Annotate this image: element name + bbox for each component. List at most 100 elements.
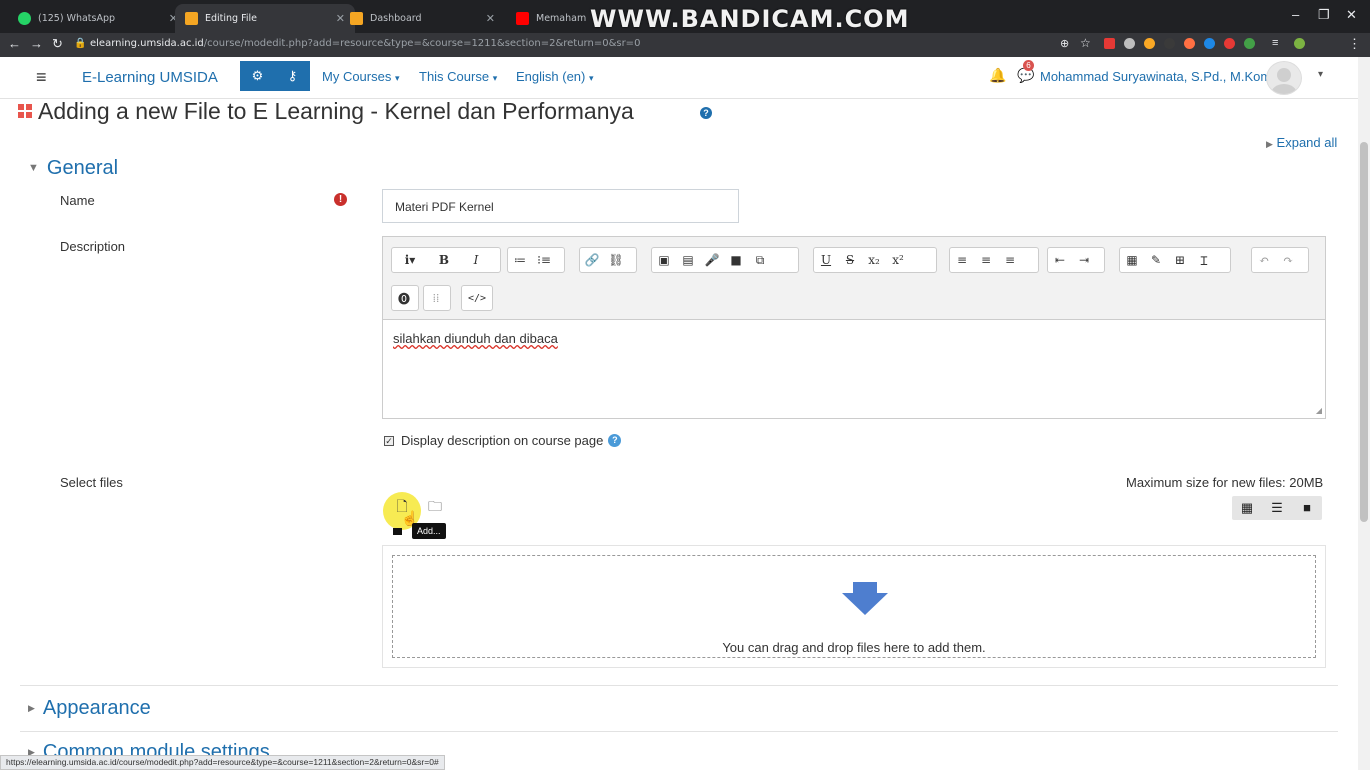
nav-this-course[interactable]: This Course ▾ [419, 69, 497, 84]
scrollbar-thumb[interactable] [1360, 142, 1368, 522]
equation-button[interactable]: ▦ [1120, 248, 1144, 272]
manage-files-button[interactable]: ⧉ [748, 248, 772, 272]
extension-icon[interactable] [1204, 38, 1215, 49]
toolbar-group-history: ↶ ↷ [1251, 247, 1309, 273]
list-view-icon[interactable]: ☰ [1262, 496, 1292, 520]
restore-icon[interactable]: ❐ [1318, 7, 1330, 23]
notification-bell-icon[interactable]: 🔔 [989, 67, 1006, 84]
expand-all-link[interactable]: ▶ Expand all [1266, 135, 1337, 150]
nav-label: My Courses [322, 69, 392, 84]
unlink-button[interactable]: ⛓ [604, 248, 628, 272]
image-button[interactable]: ▣ [652, 248, 676, 272]
reload-icon[interactable]: ↻ [52, 36, 63, 52]
ordered-list-button[interactable]: ⁝≡ [532, 248, 556, 272]
file-drop-zone[interactable]: You can drag and drop files here to add … [382, 545, 1326, 668]
underline-button[interactable]: U [814, 248, 838, 272]
forward-icon[interactable]: → [30, 36, 43, 51]
caret-down-icon: ▾ [589, 73, 594, 83]
site-brand[interactable]: E-Learning UMSIDA [82, 69, 218, 86]
minimize-icon[interactable]: – [1292, 7, 1299, 22]
drop-instructions: You can drag and drop files here to add … [722, 640, 986, 655]
html-source-button[interactable]: </> [462, 286, 492, 310]
playlist-icon[interactable]: ≡ [1272, 37, 1278, 49]
table-button[interactable]: ⊞ [1168, 248, 1192, 272]
menu-dots-icon[interactable]: ⋮ [1348, 36, 1361, 52]
section-general-toggle[interactable]: ▼ General [28, 157, 118, 180]
clear-formatting-button[interactable]: Ɪ [1192, 248, 1216, 272]
name-input[interactable]: Materi PDF Kernel [382, 189, 739, 223]
nav-language[interactable]: English (en) ▾ [516, 69, 594, 84]
superscript-button[interactable]: x² [886, 248, 910, 272]
media-button[interactable]: ▤ [676, 248, 700, 272]
record-audio-button[interactable]: 🎤 [700, 248, 724, 272]
help-icon[interactable]: ? [700, 107, 712, 119]
section-appearance-toggle[interactable]: ▶ Appearance [28, 697, 151, 720]
subscript-button[interactable]: x₂ [862, 248, 886, 272]
url-field[interactable]: elearning.umsida.ac.id/course/modedit.ph… [90, 38, 640, 49]
tab-dashboard[interactable]: Dashboard ✕ [340, 4, 505, 33]
address-bar: ← → ↻ 🔒 elearning.umsida.ac.id/course/mo… [0, 33, 1370, 57]
paragraph-style-button[interactable]: i▾ [392, 248, 428, 272]
vertical-scrollbar[interactable] [1358, 57, 1370, 770]
key-icon[interactable]: ⚷ [275, 61, 310, 91]
screenreader-helper-button[interactable]: ⁞⁞ [424, 286, 448, 310]
back-icon[interactable]: ← [8, 36, 21, 51]
max-file-size-text: Maximum size for new files: 20MB [1126, 475, 1324, 490]
user-name[interactable]: Mohammad Suryawinata, S.Pd., M.Kom [1040, 69, 1271, 84]
browser-status-url: https://elearning.umsida.ac.id/course/mo… [0, 755, 445, 770]
description-textarea[interactable]: silahkan diunduh dan dibaca [383, 321, 1325, 418]
nav-my-courses[interactable]: My Courses ▾ [322, 69, 400, 84]
align-right-button[interactable]: ≡ [998, 248, 1022, 272]
close-window-icon[interactable]: ✕ [1346, 7, 1357, 23]
strikethrough-button[interactable]: S [838, 248, 862, 272]
align-center-button[interactable]: ≡ [974, 248, 998, 272]
extension-icon[interactable] [1184, 38, 1195, 49]
description-label: Description [60, 239, 126, 254]
section-heading: Appearance [42, 697, 151, 719]
extension-icon[interactable] [1244, 38, 1255, 49]
settings-cogs-icon[interactable]: ⚙ [240, 61, 275, 91]
tab-editing-file[interactable]: Editing File ✕ [175, 4, 355, 33]
icons-view-icon[interactable]: ▦ [1232, 496, 1262, 520]
redo-button[interactable]: ↷ [1276, 248, 1300, 272]
extension-icon[interactable] [1224, 38, 1235, 49]
indent-button[interactable]: ⇥ [1072, 248, 1096, 272]
create-folder-button[interactable]: 🗀 [424, 497, 446, 519]
user-menu-caret-icon[interactable]: ▾ [1318, 69, 1323, 80]
close-tab-icon[interactable]: ✕ [486, 12, 495, 25]
toolbar-group-links: 🔗 ⛓ [579, 247, 637, 273]
align-left-button[interactable]: ≡ [950, 248, 974, 272]
resize-handle-icon[interactable]: ◢ [1316, 406, 1322, 415]
outdent-button[interactable]: ⇤ [1048, 248, 1072, 272]
zoom-icon[interactable]: ⊕ [1060, 37, 1069, 50]
help-icon[interactable]: ? [608, 434, 622, 447]
extension-icon[interactable] [1104, 38, 1115, 49]
caret-right-icon: ▶ [28, 703, 35, 713]
bold-button[interactable]: B [428, 248, 460, 272]
tab-youtube[interactable]: Memahami Cara K... [506, 4, 596, 33]
recorder-watermark: WWW.BANDICAM.COM [590, 5, 910, 33]
name-label: Name [60, 193, 95, 208]
tab-label: Memahami Cara K... [536, 13, 586, 24]
link-button[interactable]: 🔗 [580, 248, 604, 272]
profile-icon[interactable] [1294, 38, 1305, 49]
tree-view-folder-icon[interactable]: ■ [1292, 496, 1322, 520]
record-video-button[interactable]: ■ [724, 248, 748, 272]
accessibility-checker-button[interactable]: ⓿ [392, 286, 416, 310]
hamburger-menu-icon[interactable]: ≡ [36, 67, 47, 88]
avatar[interactable] [1266, 61, 1302, 95]
bookmark-star-icon[interactable]: ☆ [1080, 36, 1091, 50]
toolbar-group-a11y: ⓿ [391, 285, 419, 311]
caret-down-icon: ▾ [394, 73, 400, 83]
extension-icon[interactable] [1144, 38, 1155, 49]
tab-whatsapp[interactable]: (125) WhatsApp ✕ [8, 4, 188, 33]
special-char-button[interactable]: ✎ [1144, 248, 1168, 272]
moodle-icon [185, 12, 198, 25]
display-description-checkbox[interactable]: ✓ [384, 435, 394, 446]
unordered-list-button[interactable]: ≔ [508, 248, 532, 272]
caret-down-icon: ▾ [492, 73, 498, 83]
italic-button[interactable]: I [460, 248, 492, 272]
extension-icon[interactable] [1124, 38, 1135, 49]
extension-icon[interactable] [1164, 38, 1175, 49]
undo-button[interactable]: ↶ [1252, 248, 1276, 272]
